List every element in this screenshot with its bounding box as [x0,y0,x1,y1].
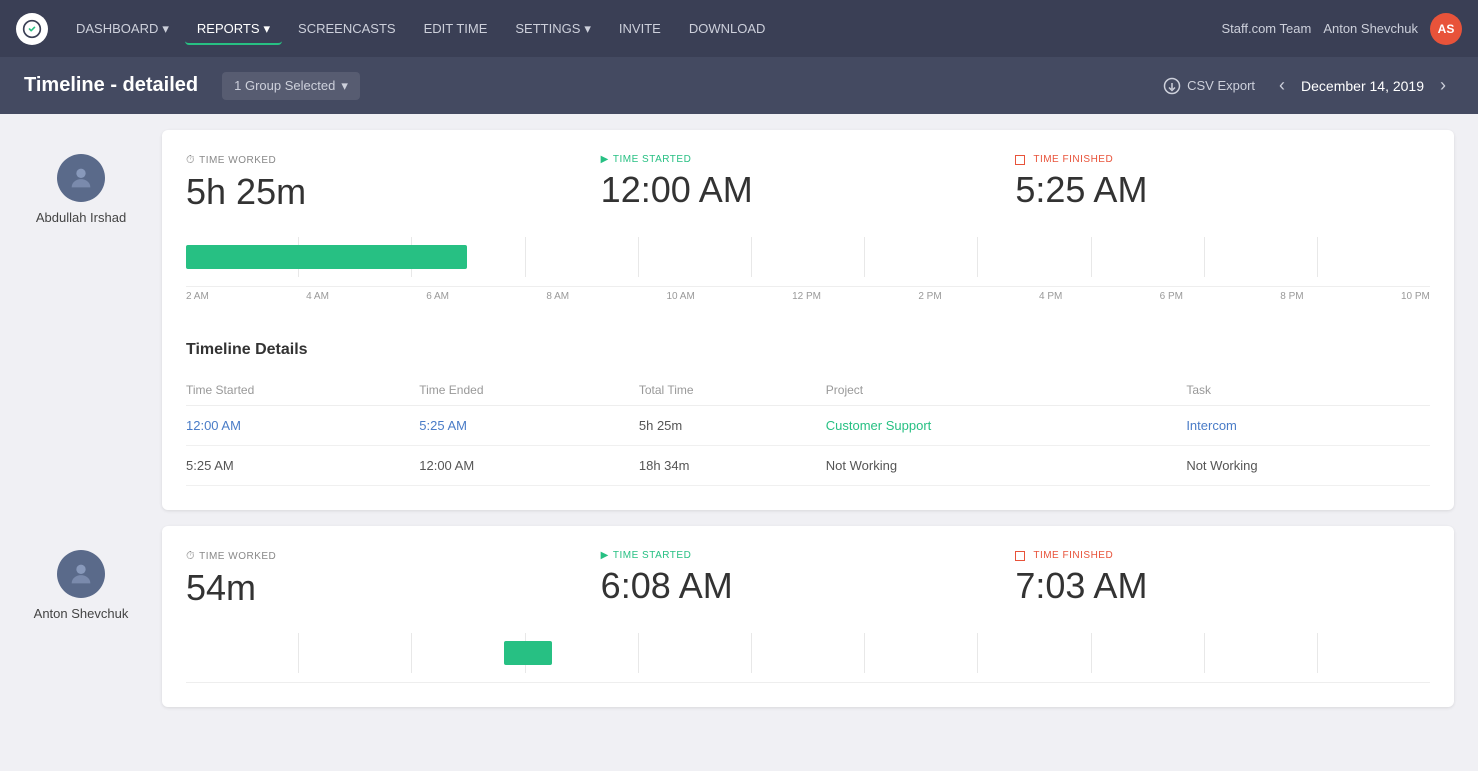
group-selector[interactable]: 1 Group Selected ▾ [222,72,360,100]
user2-time-finished-value: 7:03 AM [1015,565,1430,607]
csv-export-button[interactable]: CSV Export [1163,77,1255,95]
current-date: December 14, 2019 [1301,78,1424,94]
user-avatar[interactable]: AS [1430,13,1462,45]
user2-time-worked-label: ⏱ TIME WORKED [186,550,601,563]
user2-time-started-label: ▶ TIME STARTED [601,550,1016,561]
user1-name: Abdullah Irshad [36,210,126,225]
time-started-label: ▶ TIME STARTED [601,154,1016,165]
next-date-button[interactable]: › [1432,71,1454,100]
user2-time-worked-value: 54m [186,567,601,609]
time-worked-label: ⏱ TIME WORKED [186,154,601,167]
subheader: Timeline - detailed 1 Group Selected ▾ C… [0,57,1478,114]
nav-edit-time[interactable]: EDIT TIME [412,13,500,44]
play-icon: ▶ [601,550,609,561]
table-row: 12:00 AM 5:25 AM 5h 25m Customer Support… [186,406,1430,446]
timeline-labels: 2 AM 4 AM 6 AM 8 AM 10 AM 12 PM 2 PM 4 P… [186,291,1430,302]
user2-time-worked-stat: ⏱ TIME WORKED 54m [186,550,601,609]
nav-right: Staff.com Team Anton Shevchuk AS [1221,13,1462,45]
time-finished-stat: TIME FINISHED 5:25 AM [1015,154,1430,213]
user2-name: Anton Shevchuk [34,606,129,621]
col-total-time: Total Time [639,375,826,406]
timeline-details: Timeline Details Time Started Time Ended… [186,341,1430,486]
nav-screencasts[interactable]: SCREENCASTS [286,13,408,44]
user2-avatar [57,550,105,598]
user1-stats: ⏱ TIME WORKED 5h 25m ▶ TIME STARTED 12:0… [186,154,1430,213]
time-finished-value: 5:25 AM [1015,169,1430,211]
logo[interactable] [16,13,48,45]
clock-icon: ⏱ [186,154,195,167]
subheader-right: CSV Export ‹ December 14, 2019 › [1163,71,1454,100]
table-row: 5:25 AM 12:00 AM 18h 34m Not Working Not… [186,446,1430,486]
user2-card: ⏱ TIME WORKED 54m ▶ TIME STARTED 6:08 AM… [162,526,1454,707]
play-icon: ▶ [601,154,609,165]
nav-dashboard[interactable]: DASHBOARD ▾ [64,13,181,45]
user2-timeline [186,633,1430,683]
col-project: Project [826,375,1187,406]
chevron-down-icon: ▾ [162,21,169,37]
user-name: Anton Shevchuk [1323,21,1418,36]
user1-sidebar: Abdullah Irshad [16,130,146,510]
prev-date-button[interactable]: ‹ [1271,71,1293,100]
time-started-value: 12:00 AM [601,169,1016,211]
team-name: Staff.com Team [1221,21,1311,36]
user2-time-started-stat: ▶ TIME STARTED 6:08 AM [601,550,1016,609]
nav-settings[interactable]: SETTINGS ▾ [503,13,603,45]
details-table: Time Started Time Ended Total Time Proje… [186,375,1430,486]
user2-section: Anton Shevchuk ⏱ TIME WORKED 54m ▶ TIME … [0,526,1478,707]
date-navigation: ‹ December 14, 2019 › [1271,71,1454,100]
time-worked-value: 5h 25m [186,171,601,213]
user2-time-finished-stat: TIME FINISHED 7:03 AM [1015,550,1430,609]
user1-avatar [57,154,105,202]
user2-stats: ⏱ TIME WORKED 54m ▶ TIME STARTED 6:08 AM… [186,550,1430,609]
time-started-stat: ▶ TIME STARTED 12:00 AM [601,154,1016,213]
timeline-details-title: Timeline Details [186,341,1430,359]
col-time-started: Time Started [186,375,419,406]
col-task: Task [1186,375,1430,406]
chevron-down-icon: ▾ [584,21,591,37]
user2-time-finished-label: TIME FINISHED [1015,550,1430,561]
nav-invite[interactable]: INVITE [607,13,673,44]
timeline-bar [186,245,467,269]
user2-timeline-bar [504,641,551,665]
user1-card: ⏱ TIME WORKED 5h 25m ▶ TIME STARTED 12:0… [162,130,1454,510]
navbar: DASHBOARD ▾ REPORTS ▾ SCREENCASTS EDIT T… [0,0,1478,57]
user2-sidebar: Anton Shevchuk [16,526,146,707]
page-title: Timeline - detailed [24,74,198,97]
time-finished-label: TIME FINISHED [1015,154,1430,165]
stop-icon [1015,155,1025,165]
chevron-down-icon: ▾ [264,21,271,37]
nav-download[interactable]: DOWNLOAD [677,13,778,44]
user2-time-started-value: 6:08 AM [601,565,1016,607]
chevron-down-icon: ▾ [341,78,348,94]
nav-reports[interactable]: REPORTS ▾ [185,13,282,45]
time-worked-stat: ⏱ TIME WORKED 5h 25m [186,154,601,213]
user1-section: Abdullah Irshad ⏱ TIME WORKED 5h 25m ▶ T… [0,114,1478,510]
stop-icon [1015,551,1025,561]
col-time-ended: Time Ended [419,375,639,406]
user1-timeline: 2 AM 4 AM 6 AM 8 AM 10 AM 12 PM 2 PM 4 P… [186,237,1430,317]
clock-icon: ⏱ [186,550,195,563]
